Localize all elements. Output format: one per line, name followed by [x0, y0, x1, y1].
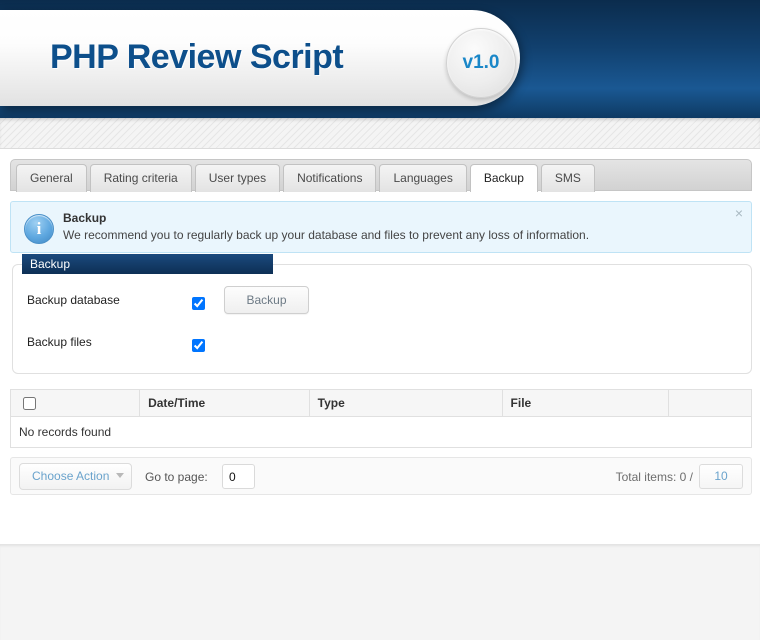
info-icon: i [24, 214, 54, 244]
total-items-label: Total items: 0 / [615, 470, 693, 484]
table-row: No records found [10, 416, 752, 448]
choose-action-dropdown[interactable]: Choose Action [19, 463, 133, 490]
tab-languages[interactable]: Languages [379, 164, 467, 192]
table-empty-message: No records found [10, 416, 752, 448]
backups-table: Date/Time Type File No records found [9, 389, 753, 448]
goto-page-label: Go to page: [145, 470, 208, 484]
backup-files-label: Backup files [27, 335, 92, 349]
page-content: General Rating criteria User types Notif… [0, 149, 760, 545]
tab-sms[interactable]: SMS [540, 164, 595, 192]
backup-fieldset: Backup Backup database Backup Backup fil… [12, 254, 752, 374]
header-stripe-band [0, 118, 760, 149]
chevron-down-icon [116, 473, 125, 478]
choose-action-label: Choose Action [32, 469, 110, 483]
close-icon[interactable]: × [735, 206, 743, 220]
goto-page-input[interactable] [222, 464, 255, 489]
version-badge: v1.0 [446, 28, 516, 98]
footer-area [0, 545, 760, 640]
settings-tabbar: General Rating criteria User types Notif… [10, 159, 752, 192]
backup-button[interactable]: Backup [224, 286, 309, 314]
tab-rating-criteria[interactable]: Rating criteria [89, 164, 192, 192]
tab-backup[interactable]: Backup [469, 164, 538, 192]
page-title: PHP Review Script [50, 38, 344, 76]
app-header: PHP Review Script v1.0 [0, 0, 760, 118]
table-header-row: Date/Time Type File [9, 389, 753, 417]
table-toolbar: Choose Action Go to page: Total items: 0… [10, 457, 752, 495]
table-header-select [9, 389, 141, 417]
backup-files-checkbox[interactable] [192, 339, 205, 352]
info-panel-text: We recommend you to regularly back up yo… [63, 228, 590, 242]
backup-fieldset-legend: Backup [22, 254, 273, 274]
tab-user-types[interactable]: User types [194, 164, 281, 192]
backup-database-checkbox[interactable] [192, 297, 205, 310]
select-all-checkbox[interactable] [23, 396, 36, 410]
tab-general[interactable]: General [16, 164, 87, 192]
table-header-type[interactable]: Type [308, 389, 503, 417]
per-page-selector[interactable]: 10 [699, 464, 743, 489]
table-header-datetime[interactable]: Date/Time [139, 389, 310, 417]
backup-database-label: Backup database [27, 293, 120, 307]
table-header-file[interactable]: File [501, 389, 669, 417]
tab-notifications[interactable]: Notifications [283, 164, 377, 192]
info-panel-title: Backup [63, 211, 107, 225]
table-header-actions [667, 389, 753, 417]
info-panel: i Backup We recommend you to regularly b… [10, 201, 752, 253]
